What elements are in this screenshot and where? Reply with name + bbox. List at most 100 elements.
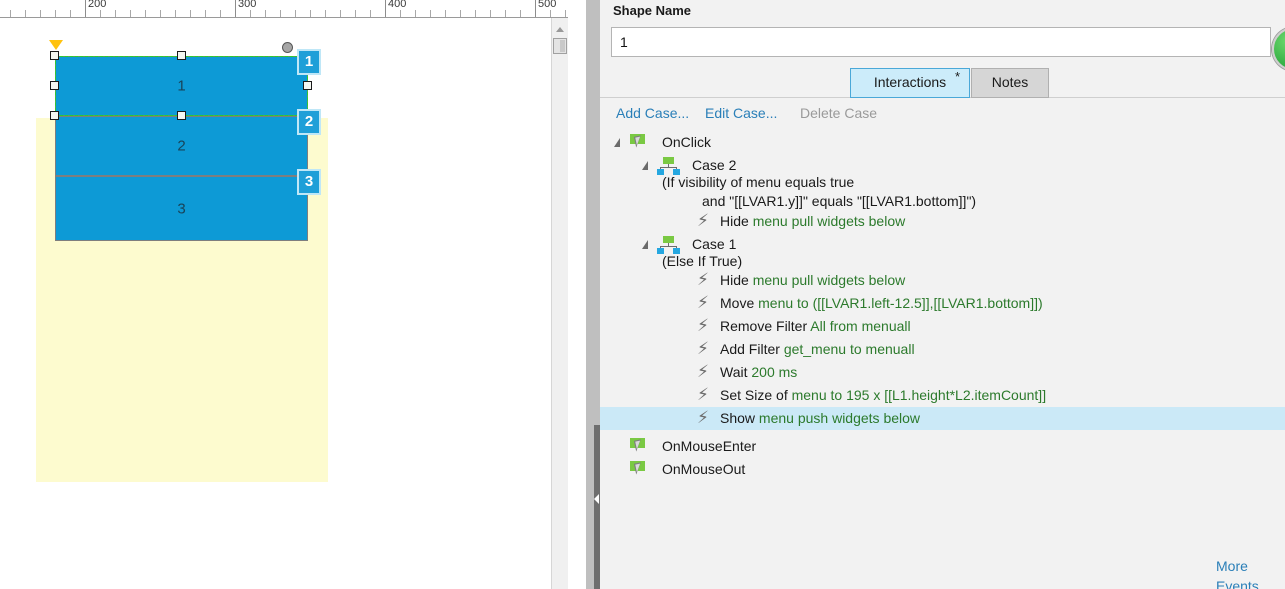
design-surface[interactable]: 1 2 3 1 2 3	[0, 18, 568, 589]
row-text-plain: Wait	[720, 364, 752, 380]
green-record-button[interactable]	[1272, 27, 1285, 71]
ruler-minor-tick	[325, 10, 326, 17]
shape-row-3[interactable]: 3	[55, 176, 308, 241]
ruler-minor-tick	[130, 10, 131, 17]
row-text-target: menu push widgets below	[758, 410, 921, 426]
event-tree-row[interactable]: ⚡ Set Size of menu to 195 x [[L1.height*L…	[600, 384, 1285, 407]
shape-row-1-label: 1	[177, 77, 186, 95]
row-text-plain: OnMouseOut	[662, 461, 746, 477]
event-tree-row[interactable]: ⚡ Hide menu pull widgets below	[600, 269, 1285, 292]
event-tree-row[interactable]: ⚡ Add Filter get_menu to menuall	[600, 338, 1285, 361]
event-tree-row-label: Hide menu pull widgets below	[720, 269, 905, 291]
ruler-minor-tick	[370, 10, 371, 17]
ruler-label-1: 300	[238, 0, 257, 10]
row-text-plain: (If visibility of menu equals true	[662, 174, 855, 190]
resize-handle-bottom-left[interactable]	[50, 111, 59, 120]
ruler-minor-tick	[220, 10, 221, 17]
resize-handle-bottom-center[interactable]	[177, 111, 186, 120]
ruler-minor-tick	[175, 10, 176, 17]
event-tree-row-label: Remove Filter All from menuall	[720, 315, 911, 337]
row-text-plain: Hide	[720, 213, 753, 229]
canvas-vertical-scrollbar[interactable]	[551, 18, 568, 589]
tab-notes-label: Notes	[991, 74, 1029, 90]
event-tree-row[interactable]: OnClick	[600, 131, 1285, 154]
row-text-plain: Add Filter	[720, 341, 784, 357]
ruler-minor-tick	[115, 10, 116, 17]
ruler-minor-tick	[430, 10, 431, 17]
ruler-minor-tick	[445, 10, 446, 17]
index-badge-2[interactable]: 2	[297, 109, 321, 135]
row-text-plain: and "[[LVAR1.y]]" equals "[[LVAR1.bottom…	[702, 193, 977, 209]
event-tree-row[interactable]: OnMouseEnter	[600, 435, 1285, 458]
ruler-label-0: 200	[88, 0, 107, 10]
edit-case-link[interactable]: Edit Case...	[705, 103, 777, 123]
ruler-minor-tick	[520, 10, 521, 17]
ruler-minor-tick	[205, 10, 206, 17]
ruler-minor-tick	[70, 10, 71, 17]
ruler-minor-tick	[280, 10, 281, 17]
shape-row-2[interactable]: 2	[55, 116, 308, 176]
disclosure-triangle-icon[interactable]	[642, 161, 648, 170]
ruler-minor-tick	[25, 10, 26, 17]
shape-row-1[interactable]: 1	[55, 56, 308, 116]
more-events-link[interactable]: More Events	[1216, 556, 1285, 589]
ruler-major-tick	[85, 0, 86, 17]
panel-splitter[interactable]	[586, 0, 600, 589]
event-tree-row[interactable]: ⚡ Wait 200 ms	[600, 361, 1285, 384]
ruler-minor-tick	[145, 10, 146, 17]
ruler-minor-tick	[10, 10, 11, 17]
events-tree[interactable]: OnClick Case 2 (If visibility of menu equa…	[600, 131, 1285, 541]
resize-handle-middle-right[interactable]	[303, 81, 312, 90]
row-text-plain: OnMouseEnter	[662, 438, 757, 454]
ruler-minor-tick	[565, 10, 566, 17]
scrollbar-thumb[interactable]	[553, 38, 567, 54]
shape-name-input[interactable]	[611, 27, 1271, 57]
disclosure-triangle-icon[interactable]	[642, 240, 648, 249]
row-text-target: 200 ms	[751, 364, 798, 380]
event-trigger-icon	[630, 134, 648, 151]
index-badge-3[interactable]: 3	[297, 169, 321, 195]
action-bolt-icon: ⚡	[697, 270, 709, 290]
disclosure-triangle-icon[interactable]	[614, 138, 620, 147]
ruler-minor-tick	[190, 10, 191, 17]
event-trigger-icon	[630, 461, 648, 478]
shape-row-2-label: 2	[177, 137, 186, 155]
event-tree-row-label: Show menu push widgets below	[720, 407, 920, 429]
row-text-target: menu pull widgets below	[752, 213, 906, 229]
resize-handle-middle-left[interactable]	[50, 81, 59, 90]
case-icon-top	[663, 157, 674, 164]
tab-modified-asterisk: *	[954, 69, 960, 84]
event-tree-row[interactable]: ⚡ Show menu push widgets below	[600, 407, 1285, 430]
collapse-arrow-icon[interactable]	[594, 494, 599, 504]
ruler-major-tick	[235, 0, 236, 17]
action-bolt-icon: ⚡	[697, 385, 709, 405]
case-icon-bar	[660, 246, 677, 247]
add-case-link[interactable]: Add Case...	[616, 103, 689, 123]
row-text-target: menu to 195 x [[L1.height*L2.itemCount]]	[791, 387, 1047, 403]
row-text-target: All from menuall	[810, 318, 911, 334]
resize-handle-top-center[interactable]	[177, 51, 186, 60]
ruler-minor-tick	[400, 10, 401, 17]
ruler-minor-tick	[340, 10, 341, 17]
event-tree-row[interactable]: OnMouseOut	[600, 458, 1285, 481]
scroll-up-arrow-icon[interactable]	[552, 22, 568, 36]
ruler-minor-tick	[310, 10, 311, 17]
event-tree-row[interactable]: ⚡ Hide menu pull widgets below	[600, 210, 1285, 233]
ruler-minor-tick	[55, 10, 56, 17]
case-icon-bar	[660, 167, 677, 168]
tab-notes[interactable]: Notes	[971, 68, 1049, 98]
horizontal-ruler[interactable]: 200 300 400 500	[0, 0, 568, 18]
event-tree-row[interactable]: ⚡ Remove Filter All from menuall	[600, 315, 1285, 338]
tab-interactions[interactable]: Interactions *	[850, 68, 970, 98]
ruler-minor-tick	[355, 10, 356, 17]
rotate-handle-icon[interactable]	[282, 42, 293, 53]
row-text-target: get_menu to menuall	[783, 341, 915, 357]
row-text-plain: Remove Filter	[720, 318, 811, 334]
event-tree-row[interactable]: ⚡ Move menu to ([[LVAR1.left-12.5]],[[LVA…	[600, 292, 1285, 315]
ruler-major-tick	[385, 0, 386, 17]
resize-handle-top-left[interactable]	[50, 51, 59, 60]
ruler-minor-tick	[295, 10, 296, 17]
ruler-minor-tick	[250, 10, 251, 17]
index-badge-1[interactable]: 1	[297, 49, 321, 75]
event-tree-row-label: OnMouseEnter	[662, 435, 756, 457]
